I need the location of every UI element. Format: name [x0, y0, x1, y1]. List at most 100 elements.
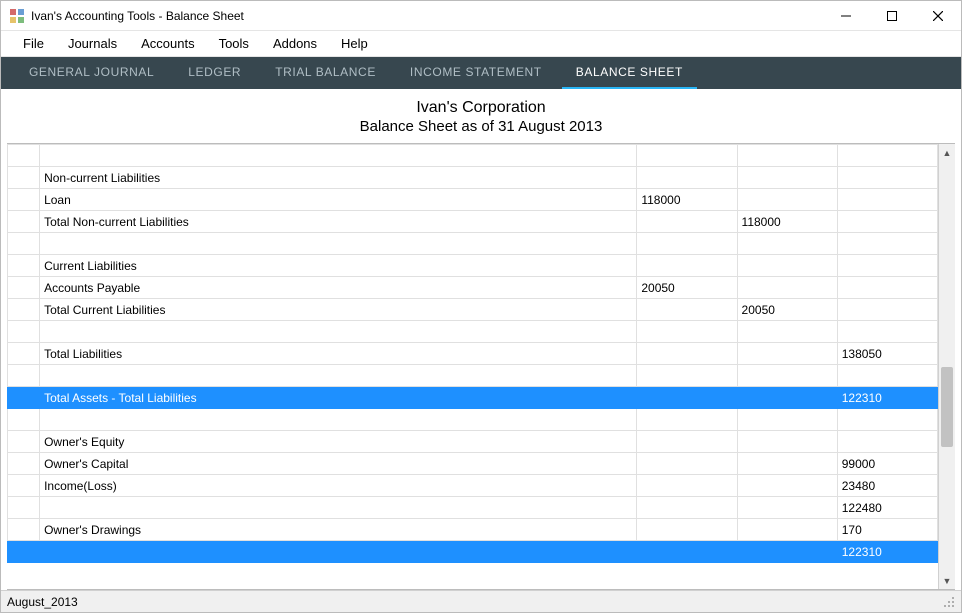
- scroll-track[interactable]: [939, 161, 955, 572]
- statusbar: August_2013: [1, 590, 961, 612]
- label-cell: Loan: [40, 189, 637, 211]
- amount-cell-b: [737, 167, 837, 189]
- scroll-up-arrow[interactable]: ▲: [939, 144, 955, 161]
- amount-cell-a: [637, 365, 737, 387]
- label-cell: [40, 233, 637, 255]
- row-header-cell: [8, 387, 40, 409]
- amount-cell-b: [737, 255, 837, 277]
- amount-cell-c: [837, 145, 937, 167]
- balance-sheet-grid[interactable]: Non-current LiabilitiesLoan118000Total N…: [7, 144, 938, 563]
- minimize-button[interactable]: [823, 1, 869, 31]
- amount-cell-a: [637, 211, 737, 233]
- tab-general-journal[interactable]: GENERAL JOURNAL: [15, 57, 168, 89]
- table-row[interactable]: Non-current Liabilities: [8, 167, 938, 189]
- table-row[interactable]: Loan118000: [8, 189, 938, 211]
- menu-addons[interactable]: Addons: [261, 32, 329, 55]
- row-header-cell: [8, 409, 40, 431]
- sheet-header: Ivan's Corporation Balance Sheet as of 3…: [1, 89, 961, 143]
- amount-cell-b: [737, 475, 837, 497]
- table-row[interactable]: Owner's Drawings170: [8, 519, 938, 541]
- scroll-thumb[interactable]: [941, 367, 953, 447]
- menu-tools[interactable]: Tools: [207, 32, 261, 55]
- window-title: Ivan's Accounting Tools - Balance Sheet: [31, 9, 244, 23]
- row-header-cell: [8, 167, 40, 189]
- table-row[interactable]: Total Current Liabilities20050: [8, 299, 938, 321]
- sheet-subtitle: Balance Sheet as of 31 August 2013: [1, 118, 961, 135]
- label-cell: Income(Loss): [40, 475, 637, 497]
- label-cell: [40, 541, 637, 563]
- row-header-cell: [8, 519, 40, 541]
- label-cell: Total Assets - Total Liabilities: [40, 387, 637, 409]
- table-row[interactable]: Total Liabilities 138050: [8, 343, 938, 365]
- amount-cell-a: [637, 453, 737, 475]
- amount-cell-c: 138050: [837, 343, 937, 365]
- amount-cell-b: 20050: [737, 299, 837, 321]
- row-header-cell: [8, 343, 40, 365]
- table-row[interactable]: [8, 365, 938, 387]
- tab-balance-sheet[interactable]: BALANCE SHEET: [562, 57, 697, 89]
- label-cell: [40, 321, 637, 343]
- status-text: August_2013: [7, 595, 78, 609]
- label-cell: Non-current Liabilities: [40, 167, 637, 189]
- table-row[interactable]: [8, 321, 938, 343]
- label-cell: Current Liabilities: [40, 255, 637, 277]
- menubar: File Journals Accounts Tools Addons Help: [1, 31, 961, 57]
- row-header-cell: [8, 189, 40, 211]
- vertical-scrollbar[interactable]: ▲ ▼: [938, 144, 955, 589]
- menu-accounts[interactable]: Accounts: [129, 32, 206, 55]
- table-row[interactable]: [8, 233, 938, 255]
- amount-cell-a: [637, 299, 737, 321]
- label-cell: Total Liabilities: [40, 343, 637, 365]
- label-cell: [40, 365, 637, 387]
- table-row[interactable]: Current Liabilities: [8, 255, 938, 277]
- label-cell: [40, 497, 637, 519]
- table-row[interactable]: Total Assets - Total Liabilities122310: [8, 387, 938, 409]
- table-row[interactable]: Owner's Capital99000: [8, 453, 938, 475]
- close-button[interactable]: [915, 1, 961, 31]
- table-row[interactable]: Income(Loss) 23480: [8, 475, 938, 497]
- label-cell: [40, 145, 637, 167]
- amount-cell-c: [837, 365, 937, 387]
- table-row[interactable]: [8, 145, 938, 167]
- amount-cell-b: [737, 409, 837, 431]
- label-cell: Total Non-current Liabilities: [40, 211, 637, 233]
- table-row[interactable]: Owner's Equity: [8, 431, 938, 453]
- amount-cell-b: [737, 277, 837, 299]
- amount-cell-c: 122310: [837, 541, 937, 563]
- amount-cell-b: [737, 497, 837, 519]
- amount-cell-a: 20050: [637, 277, 737, 299]
- label-cell: [40, 409, 637, 431]
- tab-income-statement[interactable]: INCOME STATEMENT: [396, 57, 556, 89]
- table-row[interactable]: [8, 409, 938, 431]
- table-row[interactable]: 122310: [8, 541, 938, 563]
- tab-ledger[interactable]: LEDGER: [174, 57, 255, 89]
- row-header-cell: [8, 453, 40, 475]
- amount-cell-c: [837, 211, 937, 233]
- amount-cell-b: 118000: [737, 211, 837, 233]
- table-row[interactable]: Accounts Payable20050: [8, 277, 938, 299]
- row-header-cell: [8, 299, 40, 321]
- scroll-down-arrow[interactable]: ▼: [939, 572, 955, 589]
- amount-cell-c: 99000: [837, 453, 937, 475]
- row-header-cell: [8, 541, 40, 563]
- amount-cell-a: [637, 233, 737, 255]
- resize-grip-icon[interactable]: [943, 596, 955, 608]
- row-header-cell: [8, 497, 40, 519]
- row-header-cell: [8, 211, 40, 233]
- amount-cell-a: [637, 475, 737, 497]
- table-row[interactable]: Total Non-current Liabilities 118000: [8, 211, 938, 233]
- row-header-cell: [8, 145, 40, 167]
- company-name: Ivan's Corporation: [1, 99, 961, 117]
- maximize-button[interactable]: [869, 1, 915, 31]
- titlebar: Ivan's Accounting Tools - Balance Sheet: [1, 1, 961, 31]
- amount-cell-a: [637, 145, 737, 167]
- menu-journals[interactable]: Journals: [56, 32, 129, 55]
- menu-help[interactable]: Help: [329, 32, 380, 55]
- row-header-cell: [8, 233, 40, 255]
- tab-trial-balance[interactable]: TRIAL BALANCE: [261, 57, 390, 89]
- label-cell: Owner's Equity: [40, 431, 637, 453]
- menu-file[interactable]: File: [11, 32, 56, 55]
- amount-cell-a: [637, 497, 737, 519]
- amount-cell-c: 23480: [837, 475, 937, 497]
- table-row[interactable]: 122480: [8, 497, 938, 519]
